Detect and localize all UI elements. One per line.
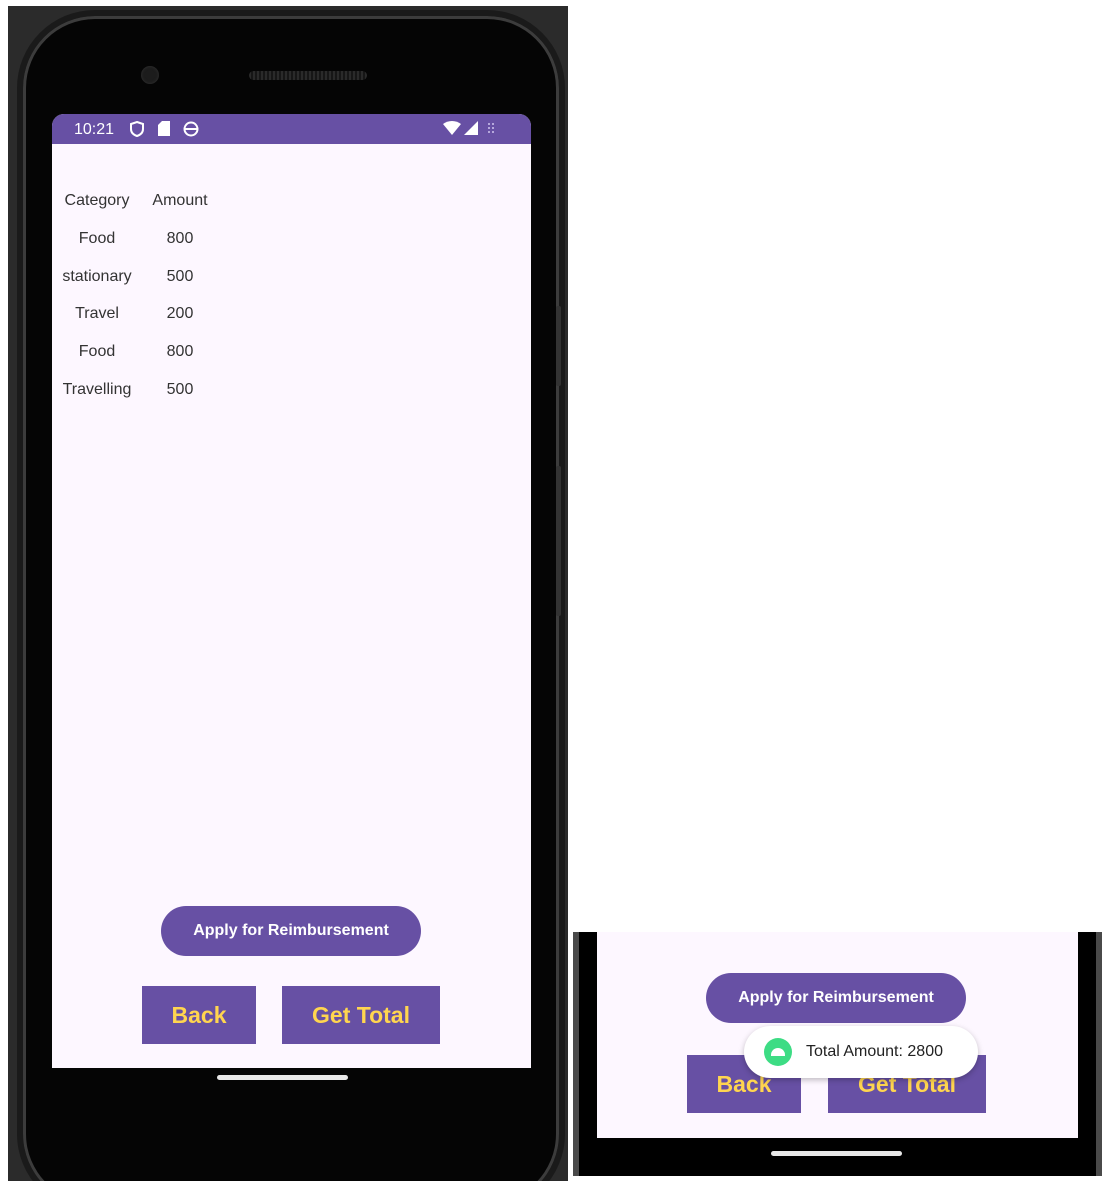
wifi-icon bbox=[443, 121, 461, 139]
row-amount: 500 bbox=[166, 268, 194, 285]
table-row: stationary 500 bbox=[52, 268, 252, 288]
apply-reimbursement-button[interactable]: Apply for Reimbursement bbox=[161, 906, 421, 956]
shield-icon bbox=[130, 120, 144, 141]
get-total-button[interactable]: Get Total bbox=[282, 986, 440, 1044]
home-indicator[interactable] bbox=[771, 1151, 902, 1156]
table-row: Food 800 bbox=[52, 230, 252, 250]
row-amount: 500 bbox=[166, 381, 194, 398]
apply-reimbursement-button[interactable]: Apply for Reimbursement bbox=[706, 973, 966, 1023]
row-category: Travelling bbox=[62, 381, 132, 398]
volume-button bbox=[556, 306, 561, 386]
row-amount: 800 bbox=[166, 230, 194, 247]
front-camera bbox=[141, 66, 159, 84]
row-amount: 800 bbox=[166, 343, 194, 360]
sync-icon bbox=[183, 121, 199, 141]
sd-card-icon bbox=[158, 121, 170, 140]
row-category: Travel bbox=[75, 305, 119, 322]
app-screen-crop: Apply for Reimbursement Back Get Total T… bbox=[597, 932, 1078, 1138]
row-category: Food bbox=[78, 230, 116, 247]
status-time: 10:21 bbox=[74, 121, 115, 138]
row-amount: 200 bbox=[166, 305, 194, 322]
android-icon bbox=[764, 1038, 792, 1066]
phone-frame-left: 10:21 Category Amount Food 800 stationar… bbox=[8, 6, 568, 1181]
toast-text: Total Amount: 2800 bbox=[806, 1043, 943, 1060]
row-category: stationary bbox=[62, 268, 132, 285]
earpiece-speaker bbox=[249, 71, 367, 80]
status-bar: 10:21 bbox=[52, 114, 531, 144]
table-row: Travelling 500 bbox=[52, 381, 252, 401]
table-row: Food 800 bbox=[52, 343, 252, 363]
back-button[interactable]: Back bbox=[142, 986, 256, 1044]
header-amount: Amount bbox=[152, 192, 208, 209]
dots-icon bbox=[487, 121, 495, 139]
signal-icon bbox=[464, 121, 478, 139]
phone-crop-right: Apply for Reimbursement Back Get Total T… bbox=[573, 932, 1102, 1176]
frame-edge bbox=[1096, 932, 1102, 1176]
frame-edge bbox=[573, 932, 579, 1176]
power-button bbox=[556, 466, 561, 616]
app-screen: 10:21 Category Amount Food 800 stationar… bbox=[52, 114, 531, 1068]
table-header-row: Category Amount bbox=[52, 192, 252, 212]
row-category: Food bbox=[78, 343, 116, 360]
header-category: Category bbox=[64, 192, 130, 209]
total-toast: Total Amount: 2800 bbox=[744, 1026, 978, 1078]
table-row: Travel 200 bbox=[52, 305, 252, 325]
home-indicator[interactable] bbox=[217, 1075, 348, 1080]
